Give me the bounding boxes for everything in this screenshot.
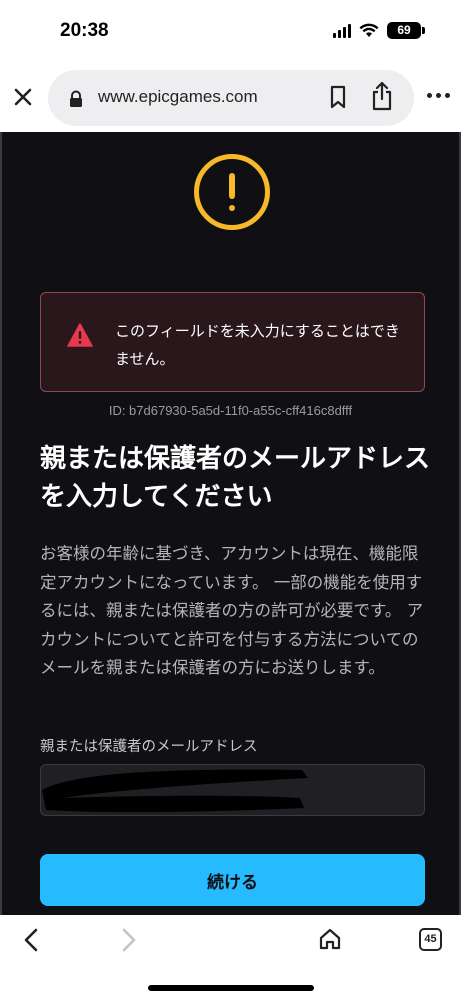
status-time: 20:38: [60, 20, 109, 41]
continue-button[interactable]: 続ける: [40, 854, 425, 906]
home-indicator: [148, 985, 314, 991]
redaction-scribble: [42, 769, 308, 813]
close-icon[interactable]: [12, 86, 34, 108]
url-text: www.epicgames.com: [98, 87, 258, 106]
page-title: 親または保護者のメールアドレスを入力してください: [40, 444, 431, 512]
error-triangle-icon: [67, 323, 93, 347]
error-message: このフィールドを未入力にすることはできません。: [115, 322, 400, 368]
browser-toolbar: 45: [0, 915, 461, 999]
request-id: ID: b7d67930-5a5d-11f0-a55c-cff416c8dfff: [108, 403, 353, 418]
home-icon[interactable]: [318, 927, 342, 951]
wifi-icon: [359, 23, 379, 37]
lock-icon: [70, 90, 82, 107]
battery-icon: 69: [387, 22, 425, 39]
forward-icon[interactable]: [118, 927, 140, 953]
back-icon[interactable]: [20, 927, 42, 953]
email-field-label: 親または保護者のメールアドレス: [40, 739, 258, 755]
share-icon[interactable]: [370, 81, 394, 111]
address-bar[interactable]: www.epicgames.com: [48, 70, 414, 126]
browser-bar: www.epicgames.com: [0, 62, 461, 132]
status-bar: 20:38 69: [0, 0, 461, 62]
signal-icon: [333, 23, 351, 38]
warning-circle-icon: [194, 154, 270, 230]
parental-consent-page: このフィールドを未入力にすることはできません。 ID: b7d67930-5a5…: [0, 132, 461, 915]
tabs-button[interactable]: 45: [419, 928, 442, 951]
status-icons: 69: [333, 22, 425, 39]
page-description: お客様の年齢に基づき、アカウントは現在、機能限定アカウントになっています。 一部…: [40, 544, 424, 677]
bookmark-icon[interactable]: [328, 85, 348, 109]
more-icon[interactable]: [427, 93, 450, 98]
error-banner: このフィールドを未入力にすることはできません。: [40, 292, 425, 392]
